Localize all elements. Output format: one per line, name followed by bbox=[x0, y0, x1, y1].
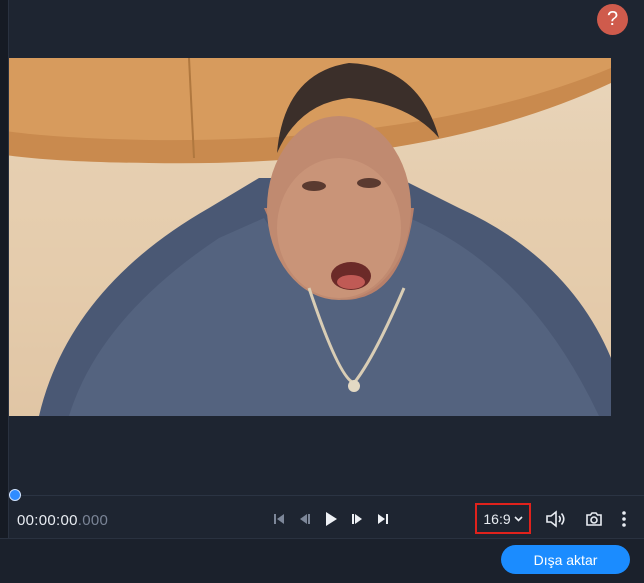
volume-icon bbox=[546, 510, 565, 528]
skip-to-end-button[interactable] bbox=[372, 508, 394, 530]
help-button[interactable]: ? bbox=[597, 4, 628, 35]
next-frame-button[interactable] bbox=[346, 508, 368, 530]
video-frame-image bbox=[9, 58, 611, 416]
more-options-button[interactable] bbox=[612, 507, 636, 531]
timeline-playhead[interactable] bbox=[9, 489, 21, 501]
skip-to-end-icon bbox=[378, 514, 388, 524]
snapshot-button[interactable] bbox=[582, 507, 606, 531]
camera-icon bbox=[586, 512, 602, 526]
previous-frame-icon bbox=[300, 514, 310, 524]
play-icon bbox=[326, 512, 337, 526]
timeline-scrubber-track[interactable] bbox=[9, 495, 644, 496]
chevron-down-icon bbox=[514, 515, 523, 522]
export-button[interactable]: Dışa aktar bbox=[501, 545, 630, 574]
more-vertical-icon bbox=[622, 511, 626, 527]
volume-button[interactable] bbox=[544, 507, 568, 531]
bottom-bar: Dışa aktar bbox=[0, 538, 644, 583]
play-button[interactable] bbox=[320, 508, 342, 530]
transport-controls bbox=[268, 508, 394, 530]
previous-frame-button[interactable] bbox=[294, 508, 316, 530]
aspect-ratio-select[interactable]: 16:9 bbox=[475, 503, 531, 534]
timecode-milliseconds: .000 bbox=[77, 512, 109, 529]
skip-to-start-button[interactable] bbox=[268, 508, 290, 530]
skip-to-start-icon bbox=[274, 514, 284, 524]
next-frame-icon bbox=[352, 514, 362, 524]
left-panel-edge bbox=[0, 0, 9, 538]
aspect-ratio-value: 16:9 bbox=[483, 510, 511, 527]
video-preview bbox=[9, 58, 611, 416]
timecode-display: 00:00:00.000 bbox=[17, 512, 108, 529]
timecode-main: 00:00:00 bbox=[17, 512, 78, 529]
